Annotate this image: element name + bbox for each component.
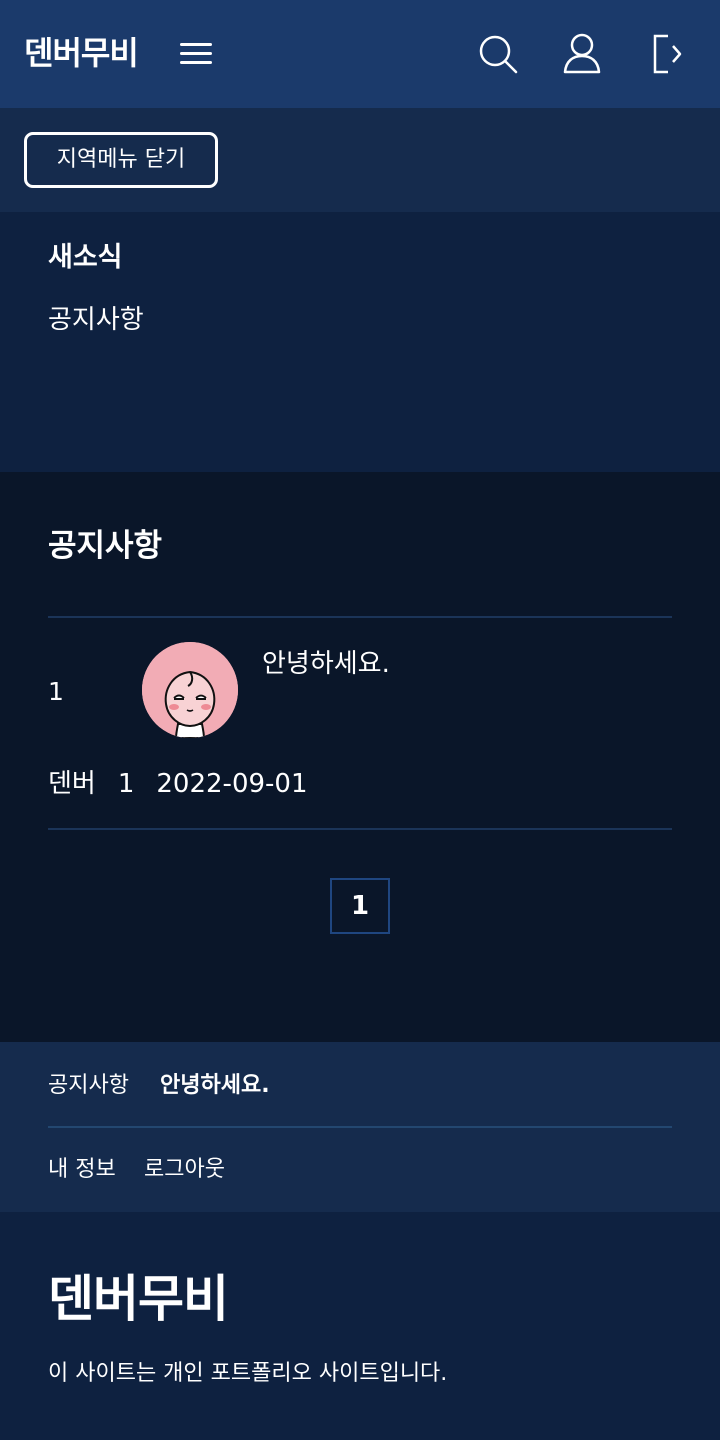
- divider: [48, 616, 672, 618]
- local-menu-item-notice[interactable]: 공지사항: [48, 300, 144, 340]
- menu-bar: [180, 52, 212, 55]
- logout-link[interactable]: 로그아웃: [144, 1150, 225, 1190]
- menu-bar: [180, 61, 212, 64]
- menu-bar: [180, 43, 212, 46]
- my-info-link[interactable]: 내 정보: [48, 1150, 116, 1190]
- site-logo[interactable]: 덴버무비: [24, 30, 139, 76]
- pagination-page-button[interactable]: 1: [330, 878, 390, 934]
- local-menu: 새소식 공지사항: [0, 212, 720, 472]
- avatar: [142, 642, 238, 738]
- breadcrumb-current: 안녕하세요.: [160, 1073, 270, 1098]
- post-title-link[interactable]: 안녕하세요.: [262, 644, 390, 684]
- post-views: 1: [117, 769, 135, 799]
- search-icon[interactable]: [476, 32, 520, 76]
- footer-description: 이 사이트는 개인 포트폴리오 사이트입니다.: [48, 1361, 448, 1386]
- footer-nav: 공지사항 안녕하세요. 내 정보 로그아웃: [0, 1042, 720, 1212]
- local-menu-title: 새소식: [48, 242, 123, 273]
- post-author: 덴버: [48, 769, 96, 799]
- user-icon[interactable]: [560, 32, 604, 76]
- close-local-menu-button[interactable]: 지역메뉴 닫기: [24, 132, 218, 188]
- post-meta: 덴버 1 2022-09-01: [48, 764, 330, 804]
- menu-icon[interactable]: [178, 40, 214, 68]
- breadcrumb-category[interactable]: 공지사항: [48, 1066, 129, 1106]
- divider: [48, 828, 672, 830]
- post-date: 2022-09-01: [156, 769, 308, 799]
- post-number: 1: [48, 677, 64, 706]
- notice-board: 공지사항 1 안녕하세요. 덴버 1 2022-09-01 1: [0, 472, 720, 1042]
- submenu-bar: 지역메뉴 닫기: [0, 108, 720, 212]
- divider: [48, 1126, 672, 1128]
- board-title: 공지사항: [48, 528, 163, 564]
- site-header: 덴버무비: [0, 0, 720, 108]
- logout-icon[interactable]: [646, 32, 690, 76]
- site-footer: 덴버무비 이 사이트는 개인 포트폴리오 사이트입니다.: [0, 1212, 720, 1440]
- footer-logo: 덴버무비: [48, 1270, 229, 1328]
